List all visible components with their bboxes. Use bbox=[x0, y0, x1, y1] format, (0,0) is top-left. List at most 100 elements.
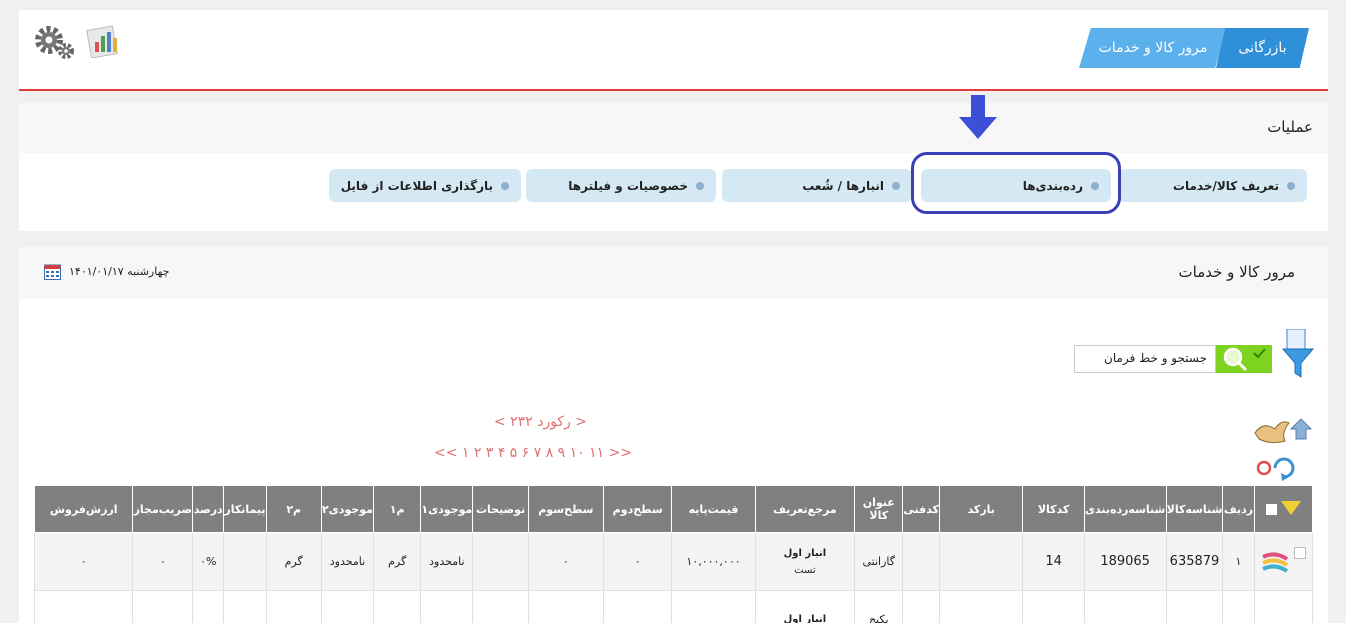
cell-tech-code bbox=[902, 532, 941, 591]
triangle-filter-icon[interactable] bbox=[1280, 500, 1301, 515]
cell-product-id: 635879 bbox=[1165, 532, 1224, 591]
refresh-icon[interactable] bbox=[1273, 457, 1295, 481]
search-icon bbox=[1223, 347, 1266, 372]
page-title: مرور کالا و خدمات bbox=[1178, 263, 1295, 281]
col-reference[interactable]: مرجع‌تعریف bbox=[754, 485, 856, 533]
browse-panel: مرور کالا و خدمات چهارشنبه ۱۴۰۱/۰۱/۱۷ جس… bbox=[19, 247, 1328, 623]
search-button[interactable] bbox=[1216, 345, 1272, 373]
date-label: چهارشنبه ۱۴۰۱/۰۱/۱۷ bbox=[69, 265, 170, 278]
table-header-row: ارزش‌فروش ضریب‌مجاز درصد پیمانکار م۲ موج… bbox=[33, 485, 1314, 533]
reference-main: انبار اول bbox=[783, 547, 827, 559]
col-category-id[interactable]: شناسه‌رده‌بندی bbox=[1083, 485, 1167, 533]
cell-stock1: نامحدود bbox=[420, 532, 474, 591]
operations-panel: عملیات تعریف کالا/خدمات رده‌بندی‌ها انبا… bbox=[19, 95, 1328, 231]
table-row[interactable]: ۰ ۰ ۰% گرم نامحدود گرم نامحدود ۰ ۰ ۱۰,۰۰… bbox=[33, 532, 1314, 591]
tab-label: خصوصیات و فیلترها bbox=[568, 178, 688, 193]
col-level3[interactable]: سطح‌سوم bbox=[527, 485, 605, 533]
select-all-checkbox[interactable] bbox=[1265, 503, 1277, 515]
col-title[interactable]: عنوان کالا bbox=[854, 485, 904, 533]
tab-properties-filters[interactable]: خصوصیات و فیلترها bbox=[526, 169, 716, 202]
search-input[interactable]: جستجو و خط فرمان bbox=[1074, 345, 1216, 373]
row-checkbox[interactable] bbox=[1294, 546, 1307, 559]
cell-reference: انبار اول تست bbox=[754, 532, 856, 591]
cell-row-number bbox=[1222, 590, 1255, 623]
cell-level3: ۰ bbox=[527, 532, 605, 591]
col-unit1[interactable]: م۱ bbox=[373, 485, 422, 533]
gear-icon[interactable] bbox=[33, 24, 75, 60]
tab-define-product[interactable]: تعریف کالا/خدمات bbox=[1119, 169, 1307, 202]
funnel-filter-icon[interactable] bbox=[1281, 329, 1315, 379]
chart-report-icon[interactable] bbox=[85, 24, 123, 58]
col-row-number[interactable]: ردیف bbox=[1222, 485, 1255, 533]
cell-level2 bbox=[603, 590, 673, 623]
cell-coef: ۰ bbox=[132, 532, 194, 591]
tab-label: انبارها / شُعب bbox=[802, 178, 884, 193]
cell-row-number: ۱ bbox=[1222, 532, 1255, 591]
cell-level3 bbox=[527, 590, 605, 623]
cell-unit2 bbox=[265, 590, 322, 623]
browse-header: مرور کالا و خدمات چهارشنبه ۱۴۰۱/۰۱/۱۷ bbox=[19, 247, 1328, 299]
cell-code: 14 bbox=[1022, 532, 1085, 591]
cell-contractor bbox=[223, 532, 267, 591]
upload-icon[interactable] bbox=[1289, 418, 1313, 440]
product-type-icon[interactable] bbox=[1261, 547, 1291, 577]
cell-category-id: 189065 bbox=[1083, 532, 1167, 591]
cell-barcode bbox=[939, 590, 1024, 623]
pagination[interactable]: << ۱ ۲ ۳ ۴ ۵ ۶ ۷ ۸ ۹ ۱۰ ۱۱ >> bbox=[434, 445, 632, 461]
reference-main: انبار اول bbox=[783, 614, 827, 623]
breadcrumb-label: مرور کالا و خدمات bbox=[1098, 40, 1208, 56]
cell-unit1 bbox=[373, 590, 422, 623]
cell-sale-value: ۰ bbox=[33, 532, 134, 591]
col-unit2[interactable]: م۲ bbox=[265, 485, 322, 533]
cell-base-price bbox=[671, 590, 756, 623]
col-percent[interactable]: درصد bbox=[192, 485, 225, 533]
col-barcode[interactable]: بارکد bbox=[939, 485, 1024, 533]
refresh-icons bbox=[1256, 457, 1295, 481]
operations-title: عملیات bbox=[1267, 118, 1313, 136]
cell-unit2: گرم bbox=[265, 532, 322, 591]
col-stock2[interactable]: موجودی۲ bbox=[320, 485, 375, 533]
cell-sale-value bbox=[33, 590, 134, 623]
calendar-icon[interactable] bbox=[44, 263, 61, 280]
reset-icon[interactable] bbox=[1256, 460, 1272, 476]
breadcrumb-item-commerce[interactable]: بازرگانی bbox=[1216, 28, 1309, 68]
col-description[interactable]: توضیحات bbox=[472, 485, 529, 533]
record-count: < ۲۳۲ رکورد > bbox=[494, 414, 588, 430]
tab-warehouses[interactable]: انبارها / شُعب bbox=[722, 169, 912, 202]
col-product-id[interactable]: شناسه‌کالا bbox=[1165, 485, 1224, 533]
cell-category-id bbox=[1083, 590, 1167, 623]
col-sale-value[interactable]: ارزش‌فروش bbox=[33, 485, 134, 533]
header-divider bbox=[19, 89, 1328, 91]
cell-description bbox=[472, 590, 529, 623]
bird-export-icon[interactable] bbox=[1254, 421, 1290, 444]
col-tech-code[interactable]: کدفنی bbox=[902, 485, 941, 533]
cell-reference: انبار اول bbox=[754, 590, 856, 623]
highlight-circle bbox=[911, 152, 1121, 214]
cell-title: پکیج bbox=[854, 590, 904, 623]
col-select bbox=[1253, 485, 1314, 533]
table-row[interactable]: انبار اول پکیج bbox=[33, 590, 1314, 623]
cell-select bbox=[1253, 590, 1314, 623]
bullet-icon bbox=[501, 181, 509, 190]
cell-level2: ۰ bbox=[603, 532, 673, 591]
col-coef[interactable]: ضریب‌مجاز bbox=[132, 485, 194, 533]
cell-unit1: گرم bbox=[373, 532, 422, 591]
cell-stock2 bbox=[320, 590, 375, 623]
tab-label: تعریف کالا/خدمات bbox=[1172, 178, 1279, 193]
cell-percent: ۰% bbox=[192, 532, 225, 591]
col-code[interactable]: کدکالا bbox=[1022, 485, 1085, 533]
cell-description bbox=[472, 532, 529, 591]
bullet-icon bbox=[892, 181, 900, 190]
cell-barcode bbox=[939, 532, 1024, 591]
col-contractor[interactable]: پیمانکار bbox=[223, 485, 267, 533]
breadcrumb-label: بازرگانی bbox=[1238, 40, 1287, 56]
breadcrumb-item-browse[interactable]: مرور کالا و خدمات bbox=[1079, 28, 1227, 68]
cell-percent bbox=[192, 590, 225, 623]
tab-import-file[interactable]: بارگذاری اطلاعات از فایل bbox=[329, 169, 521, 202]
col-stock1[interactable]: موجودی۱ bbox=[420, 485, 474, 533]
bullet-icon bbox=[1287, 181, 1295, 190]
cell-stock1 bbox=[420, 590, 474, 623]
col-base-price[interactable]: قیمت‌پایه bbox=[671, 485, 756, 533]
bullet-icon bbox=[696, 181, 704, 190]
col-level2[interactable]: سطح‌دوم bbox=[603, 485, 673, 533]
